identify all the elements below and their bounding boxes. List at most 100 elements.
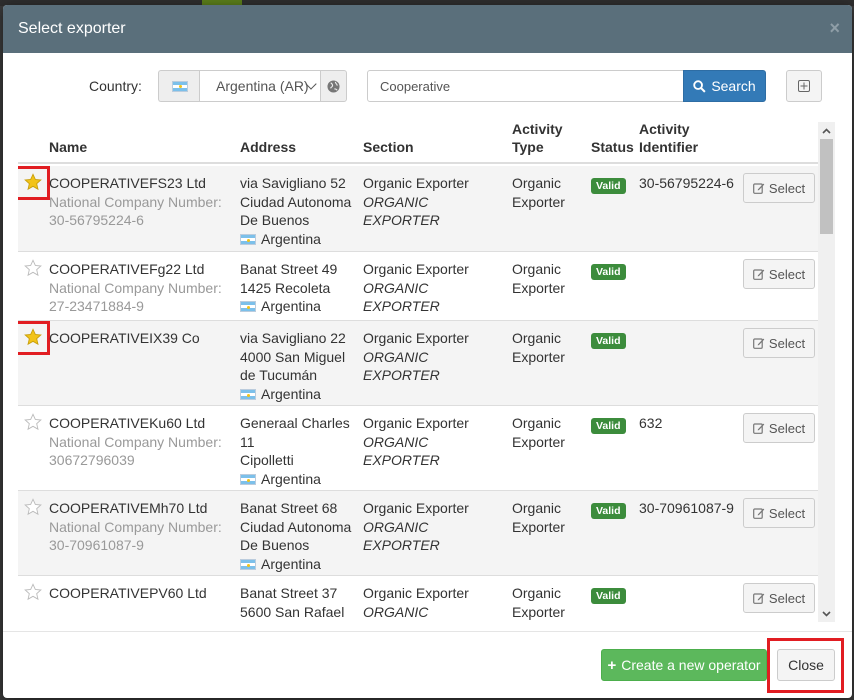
dialog-title: Select exporter <box>18 20 126 37</box>
country-select[interactable]: Argentina (AR) <box>199 70 321 102</box>
country-name: Argentina <box>261 556 321 573</box>
plus-icon: + <box>607 656 617 674</box>
address-line: Banat Street 68 <box>240 500 338 516</box>
activity-type-cell: Organic Exporter <box>512 260 587 297</box>
country-name: Argentina <box>261 231 321 248</box>
star-outline-icon[interactable] <box>24 583 42 601</box>
section-name-upper: ORGANIC EXPORTER <box>363 279 440 315</box>
table-row: COOPERATIVEFg22 Ltd National Company Numb… <box>18 252 818 321</box>
activity-type-line: Organic <box>512 330 562 346</box>
search-button[interactable]: Search <box>683 70 766 102</box>
address-cell: Banat Street 68 Ciudad Autonoma De Buenos A… <box>240 499 358 574</box>
company-number: 30672796039 <box>49 452 135 469</box>
search-input[interactable] <box>367 70 684 102</box>
table-row: COOPERATIVEMh70 Ltd National Company Numb… <box>18 491 818 576</box>
address-cell: via Savigliano 52 Ciudad Autonoma De Bueno… <box>240 174 358 249</box>
status-cell: Valid <box>591 415 626 434</box>
section-cell: Organic Exporter ORGANIC EXPORTER <box>363 329 508 385</box>
name-cell: COOPERATIVEFg22 Ltd National Company Numb… <box>49 260 234 316</box>
exporter-name: COOPERATIVEMh70 Ltd <box>49 500 208 516</box>
globe-icon[interactable] <box>320 70 347 102</box>
country-line: Argentina <box>240 298 321 314</box>
table-scrollbar[interactable] <box>818 122 835 622</box>
select-button[interactable]: Select <box>743 498 815 528</box>
section-name: Organic Exporter <box>363 415 469 431</box>
company-number: 30-56795224-6 <box>49 212 144 229</box>
argentina-flag-icon <box>240 389 256 401</box>
table-row: COOPERATIVEIX39 Co via Savigliano 22 4000… <box>18 321 818 406</box>
edit-icon <box>753 269 765 280</box>
scroll-up-icon[interactable] <box>818 122 835 139</box>
address-line: Generaal Charles <box>240 415 350 431</box>
select-button[interactable]: Select <box>743 413 815 443</box>
status-cell: Valid <box>591 261 626 280</box>
section-name-upper: ORGANIC EXPORTER <box>363 193 440 229</box>
select-button-label: Select <box>768 180 806 196</box>
create-operator-button[interactable]: + Create a new operator <box>601 649 767 681</box>
select-button[interactable]: Select <box>743 259 815 289</box>
address-line: Ciudad Autonoma <box>240 193 352 210</box>
scroll-thumb[interactable] <box>820 139 833 234</box>
col-name: Name <box>49 139 88 155</box>
dialog-header: Select exporter × <box>3 5 852 53</box>
activity-id-cell: 30-56795224-6 <box>639 174 739 193</box>
expand-button[interactable] <box>786 70 822 102</box>
search-toolbar: Country: Argentina (AR) Search <box>3 70 852 102</box>
company-number-label: National Company Number: <box>49 193 222 210</box>
star-outline-icon[interactable] <box>24 498 42 516</box>
company-number-label: National Company Number: <box>49 433 222 450</box>
col-section: Section <box>363 139 414 155</box>
address-line: 11 <box>240 433 255 450</box>
activity-type-cell: Organic Exporter <box>512 329 587 366</box>
activity-type-line: Organic <box>512 500 562 516</box>
section-name: Organic Exporter <box>363 500 469 516</box>
activity-identifier: 30-70961087-9 <box>639 500 734 516</box>
address-line: Ciudad Autonoma <box>240 518 352 535</box>
section-cell: Organic Exporter ORGANIC EXPORTER <box>363 499 508 555</box>
address-line: De Buenos <box>240 212 310 229</box>
star-outline-icon[interactable] <box>24 413 42 431</box>
edit-icon <box>753 593 765 604</box>
activity-type-line: Organic <box>512 415 562 431</box>
country-flag-addon <box>158 70 200 102</box>
address-line: Banat Street 49 <box>240 261 338 277</box>
country-line: Argentina <box>240 556 321 572</box>
address-line: 1425 Recoleta <box>240 279 331 296</box>
status-badge: Valid <box>591 418 626 434</box>
close-icon[interactable]: × <box>829 19 840 37</box>
section-name: Organic Exporter <box>363 261 469 277</box>
activity-type-cell: Organic Exporter <box>512 414 587 451</box>
star-highlight <box>18 166 50 200</box>
address-line: via Savigliano 22 <box>240 330 346 346</box>
section-name-upper: ORGANIC EXPORTER <box>363 348 440 384</box>
activity-type-line: Exporter <box>512 193 565 210</box>
country-name: Argentina <box>261 471 321 488</box>
section-name: Organic Exporter <box>363 175 469 191</box>
select-button[interactable]: Select <box>743 583 815 613</box>
status-cell: Valid <box>591 330 626 349</box>
country-line: Argentina <box>240 231 321 247</box>
address-line: 4000 San Miguel <box>240 348 346 365</box>
name-cell: COOPERATIVEIX39 Co <box>49 329 234 348</box>
star-outline-icon[interactable] <box>24 259 42 277</box>
select-button[interactable]: Select <box>743 328 815 358</box>
col-activity-id-line1: Activity <box>639 121 690 137</box>
status-badge: Valid <box>591 178 626 194</box>
section-name: Organic Exporter <box>363 585 469 601</box>
col-activity-type-line2: Type <box>512 139 544 155</box>
address-line: de Tucumán <box>240 367 318 384</box>
exporter-name: COOPERATIVEPV60 Ltd <box>49 585 207 601</box>
activity-identifier: 30-56795224-6 <box>639 175 734 191</box>
scroll-down-icon[interactable] <box>818 605 835 622</box>
country-line: Argentina <box>240 386 321 402</box>
exporter-table: Name Address Section Activity Type Statu… <box>18 116 836 621</box>
activity-id-cell: 632 <box>639 414 739 433</box>
name-cell: COOPERATIVEPV60 Ltd <box>49 584 234 603</box>
address-cell: Banat Street 37 5600 San Rafael <box>240 584 358 621</box>
status-badge: Valid <box>591 333 626 349</box>
argentina-flag-icon <box>240 474 256 486</box>
exporter-name: COOPERATIVEFS23 Ltd <box>49 175 206 191</box>
country-label: Country: <box>89 78 142 94</box>
name-cell: COOPERATIVEKu60 Ltd National Company Numb… <box>49 414 234 470</box>
select-button[interactable]: Select <box>743 173 815 203</box>
